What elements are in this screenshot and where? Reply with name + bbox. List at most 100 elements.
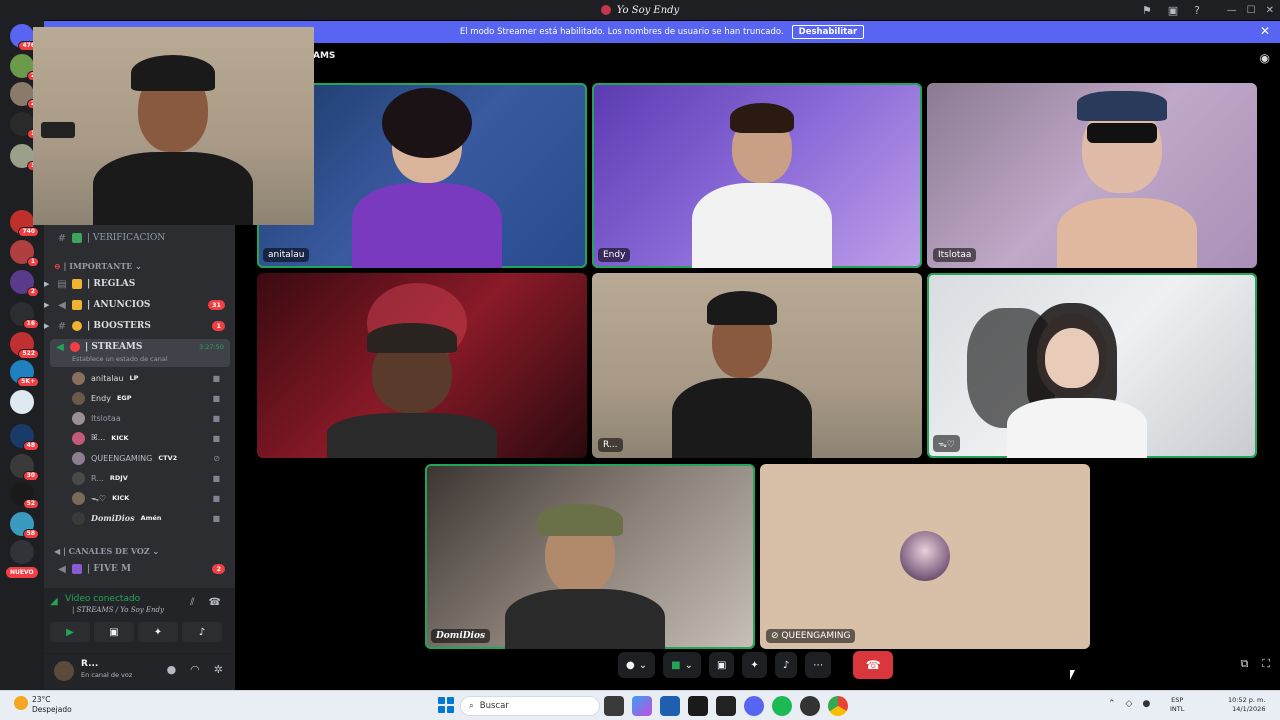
- voice-user[interactable]: anitalau LP ■: [72, 368, 230, 388]
- server-icon[interactable]: 1: [10, 144, 39, 171]
- voice-user[interactable]: Endy EGP ■: [72, 388, 230, 408]
- server-icon[interactable]: 16: [10, 302, 39, 329]
- video-tile-itslotaa[interactable]: Itslotaa: [927, 83, 1257, 268]
- channel-reglas[interactable]: ▶ ▤ | REGLAS: [44, 274, 235, 294]
- channel-name: | VERIFICACION: [87, 233, 166, 243]
- soundboard-button[interactable]: ♪: [774, 652, 798, 678]
- voice-user[interactable]: ᯓ♡ KICK ■: [72, 488, 230, 508]
- server-icon[interactable]: 5K+: [10, 360, 39, 387]
- server-icon[interactable]: 2: [10, 82, 39, 109]
- server-icon[interactable]: 30: [10, 454, 39, 481]
- help-icon[interactable]: ?: [1194, 4, 1200, 17]
- start-button[interactable]: [438, 697, 454, 713]
- video-tile-participant[interactable]: [257, 273, 587, 458]
- channel-streams[interactable]: ◀ | STREAMS 3:27:50 Establece un estado …: [50, 339, 230, 367]
- category-importante[interactable]: ⊖ | IMPORTANTE ⌄: [54, 261, 142, 271]
- store-icon[interactable]: [660, 696, 680, 716]
- headphones-icon[interactable]: ◠: [190, 663, 200, 676]
- list-icon: ▤: [57, 278, 67, 290]
- chevron-down-icon: ⌄: [684, 659, 693, 671]
- server-icon[interactable]: 1: [10, 112, 39, 139]
- popout-icon[interactable]: ⧉: [1240, 657, 1248, 671]
- voice-user[interactable]: Itslotaa ■: [72, 408, 230, 428]
- server-icon[interactable]: 52: [10, 482, 39, 509]
- home-server[interactable]: 476: [10, 24, 39, 51]
- server-icon[interactable]: 58: [10, 512, 39, 539]
- channel-five-m[interactable]: ◀ | FIVE M 2: [44, 559, 235, 579]
- app-icon[interactable]: [688, 696, 708, 716]
- microphone-icon[interactable]: ●: [167, 663, 177, 676]
- user-name[interactable]: R...: [81, 659, 98, 669]
- voice-user[interactable]: DomiDios Amén ■: [72, 508, 230, 528]
- app-icon[interactable]: [716, 696, 736, 716]
- soundboard-button[interactable]: ♪: [182, 622, 222, 642]
- server-icon[interactable]: 740: [10, 210, 39, 237]
- hash-icon: #: [57, 232, 67, 244]
- user-tag: KICK: [112, 494, 130, 502]
- screen-icon[interactable]: ▣: [1168, 4, 1178, 17]
- clock[interactable]: 10:52 p. m. 14/1/2026: [1228, 696, 1265, 714]
- server-icon[interactable]: 522: [10, 332, 39, 359]
- discord-icon[interactable]: [744, 696, 764, 716]
- server-icon[interactable]: 2: [10, 270, 39, 297]
- camera-button[interactable]: ▶: [50, 622, 90, 642]
- category-canales-de-voz[interactable]: ◀ | CANALES DE VOZ ⌄: [54, 546, 159, 556]
- server-badge: 58: [22, 529, 39, 539]
- server-icon[interactable]: 48: [10, 424, 39, 451]
- noise-suppression-icon[interactable]: ⫽: [190, 597, 194, 608]
- channel-boosters[interactable]: ▶ # | BOOSTERS 1: [44, 316, 235, 336]
- fullscreen-icon[interactable]: ⛶: [1262, 657, 1270, 671]
- channel-verificacion[interactable]: # | VERIFICACION: [44, 228, 235, 248]
- activities-button[interactable]: ✦: [138, 622, 178, 642]
- voice-channel-path[interactable]: | STREAMS / Yo Soy Endy: [72, 606, 164, 614]
- channel-anuncios[interactable]: ▶ ◀ | ANUNCIOS 31: [44, 295, 235, 315]
- video-tile-queengaming[interactable]: ⊘ QUEENGAMING: [760, 464, 1090, 649]
- activities-button[interactable]: ✦: [742, 652, 767, 678]
- task-view-icon[interactable]: [604, 696, 624, 716]
- screen-share-button[interactable]: ▣: [94, 622, 134, 642]
- voice-user[interactable]: QUEENGAMING CTV2 ⊘: [72, 448, 230, 468]
- disable-streamer-button[interactable]: Deshabilitar: [791, 25, 865, 39]
- close-window-icon[interactable]: ✕: [1266, 5, 1274, 16]
- app-icon[interactable]: [800, 696, 820, 716]
- signal-icon[interactable]: ◢: [50, 596, 58, 607]
- taskbar-search[interactable]: ⌕ Buscar: [460, 696, 600, 716]
- disconnect-button[interactable]: ☎: [853, 651, 894, 679]
- camera-button[interactable]: ■ ⌄: [663, 652, 701, 678]
- discover-icon[interactable]: [10, 540, 34, 564]
- server-icon[interactable]: 1: [10, 240, 39, 267]
- avatar[interactable]: [54, 661, 74, 681]
- disconnect-icon[interactable]: ☎: [209, 597, 221, 608]
- screen-share-button[interactable]: ▣: [708, 652, 735, 678]
- network-icon[interactable]: ◇: [1126, 699, 1133, 709]
- channel-status-prompt[interactable]: Establece un estado de canal: [72, 355, 168, 363]
- chat-bubble-icon[interactable]: ◉: [1260, 51, 1270, 65]
- emoji-icon: [72, 279, 82, 289]
- video-tile-endy[interactable]: Endy: [592, 83, 922, 268]
- video-tile-domidios[interactable]: DomiDios: [425, 464, 755, 649]
- language-indicator[interactable]: ESP INTL: [1170, 696, 1184, 714]
- settings-gear-icon[interactable]: ✲: [214, 663, 223, 676]
- inbox-icon[interactable]: ⚑: [1142, 4, 1152, 17]
- chevron-right-icon: ▶: [44, 322, 50, 330]
- voice-user[interactable]: ꕤ... KICK ■: [72, 428, 230, 448]
- maximize-icon[interactable]: ☐: [1247, 5, 1256, 16]
- banner-close-icon[interactable]: ✕: [1260, 24, 1270, 38]
- camera-icon: ■: [212, 493, 220, 503]
- chevron-up-icon[interactable]: ⌃: [1108, 699, 1116, 709]
- video-tile-r[interactable]: R...: [592, 273, 922, 458]
- copilot-icon[interactable]: [632, 696, 652, 716]
- mute-button[interactable]: ● ⌄: [618, 652, 656, 678]
- avatar: [900, 531, 950, 581]
- server-icon[interactable]: [10, 390, 34, 414]
- chrome-icon[interactable]: [828, 696, 848, 716]
- video-tile-participant[interactable]: ᯓ♡: [927, 273, 1257, 458]
- camera-off-icon: ⊘: [213, 453, 220, 463]
- microphone-icon[interactable]: ●: [1142, 699, 1150, 709]
- minimize-icon[interactable]: —: [1227, 5, 1237, 16]
- voice-user[interactable]: R... RDJV ■: [72, 468, 230, 488]
- more-options-button[interactable]: ⋯: [805, 652, 832, 678]
- server-icon[interactable]: 2: [10, 54, 39, 81]
- user-tag: RDJV: [109, 474, 128, 482]
- spotify-icon[interactable]: [772, 696, 792, 716]
